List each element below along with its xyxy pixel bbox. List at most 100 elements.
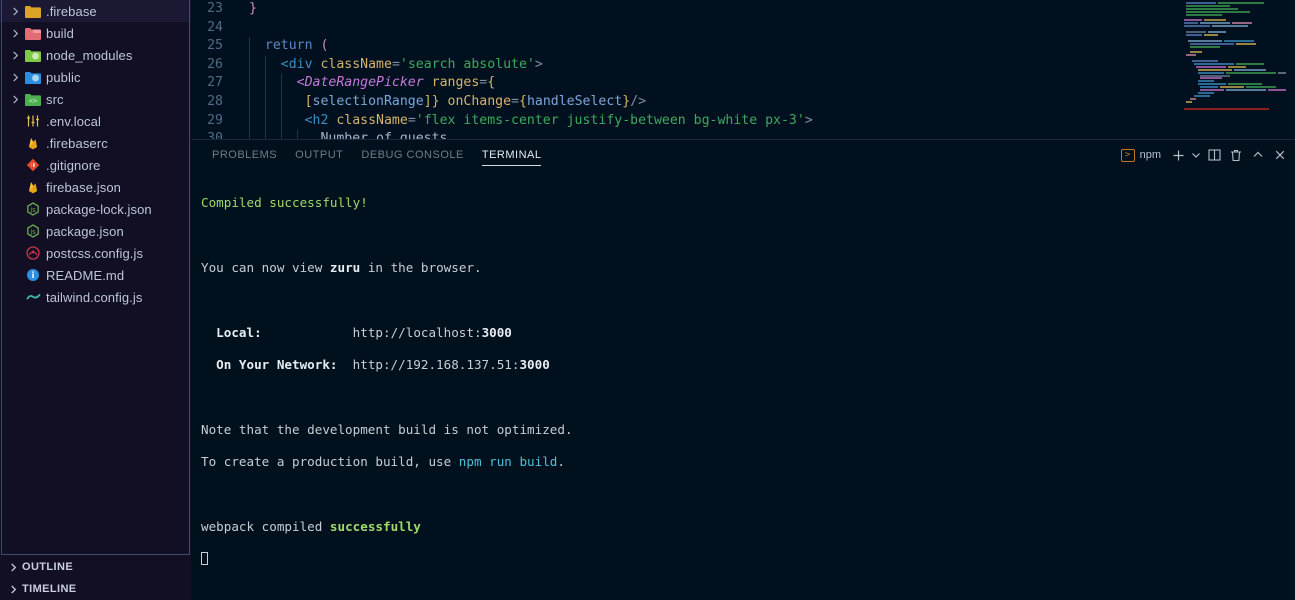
new-terminal-icon[interactable] [1167,144,1189,166]
panel-header: PROBLEMS OUTPUT DEBUG CONSOLE TERMINAL >… [191,140,1295,171]
tree-item-package-json[interactable]: js package.json [0,220,191,242]
minimap[interactable] [1180,0,1295,139]
minimap-line [1198,71,1224,74]
code-token: } [249,1,257,16]
tailwind-wave-icon [23,290,43,304]
vscode-window: .firebase build node_modules public <> s… [0,0,1295,600]
tab-label: PROBLEMS [212,149,278,162]
svg-text:js: js [29,228,36,236]
chevron-right-icon[interactable] [8,72,23,82]
view-prefix-text: You can now view [201,259,330,275]
chevron-right-icon[interactable] [8,94,23,104]
code-token: = [407,112,416,128]
close-panel-icon[interactable] [1269,144,1291,166]
tab-problems[interactable]: PROBLEMS [203,140,286,171]
code-token: 'search absolute' [399,56,535,72]
chevron-right-icon[interactable] [8,6,23,16]
line-number: 30 [207,131,223,139]
tree-item-label: package-lock.json [46,201,152,217]
tree-item-tailwind-config[interactable]: tailwind.config.js [0,286,191,308]
minimap-line [1224,39,1254,42]
sidebar-section-label: TIMELINE [22,583,77,595]
tree-item-readme-md[interactable]: README.md [0,264,191,286]
terminal-selector-npm[interactable]: > npm [1119,148,1167,162]
line-number: 27 [207,75,223,91]
file-tree[interactable]: .firebase build node_modules public <> s… [0,0,191,556]
code-token: <div [280,56,313,72]
folder-node-icon [23,49,43,62]
chevron-right-icon[interactable] [4,584,22,594]
tree-item-firebaserc[interactable]: .firebaserc [0,132,191,154]
tree-item-firebase-json[interactable]: firebase.json [0,176,191,198]
code-line[interactable]: 29 <h2 className='flex items-center just… [191,112,1295,131]
folder-icon [23,27,43,40]
tree-item-label: README.md [46,267,125,283]
tree-item-label: package.json [46,223,124,239]
code-token: { [487,75,496,91]
code-line[interactable]: 28 [selectionRange]} onChange={handleSel… [191,93,1295,112]
minimap-line [1236,62,1264,65]
chevron-right-icon[interactable] [4,562,22,572]
settings-sliders-icon [23,114,43,128]
tab-debug-console[interactable]: DEBUG CONSOLE [352,140,472,171]
tree-item-postcss-config[interactable]: postcss.config.js [0,242,191,264]
tree-item-package-lock-json[interactable]: js package-lock.json [0,198,191,220]
code-lines-container[interactable]: 23} 24 25 return (26 <div className='searc… [191,0,1295,139]
tree-item-env-local[interactable]: .env.local [0,110,191,132]
chevron-right-icon[interactable] [8,50,23,60]
line-number: 25 [207,38,223,54]
tab-output[interactable]: OUTPUT [286,140,352,171]
chevron-down-icon[interactable] [1189,144,1203,166]
code-line-text: return ( [237,37,1295,56]
minimap-line [1188,39,1222,42]
minimap-line [1200,89,1224,91]
tab-label: DEBUG CONSOLE [361,149,464,162]
terminal-line-webpack: webpack compiled successfully [201,519,1295,535]
tree-item-src-folder[interactable]: <> src [0,88,191,110]
code-line[interactable]: 26 <div className='search absolute'> [191,56,1295,75]
tree-item-gitignore[interactable]: .gitignore [0,154,191,176]
code-line-text: <h2 className='flex items-center justify… [237,112,1295,131]
tab-terminal[interactable]: TERMINAL [473,140,551,171]
code-line[interactable]: 30 Number of guests [191,130,1295,139]
tree-item-label: .gitignore [46,157,101,173]
tree-item-firebase-folder[interactable]: .firebase [0,0,191,22]
minimap-modified-marker [1184,107,1269,110]
minimap-line [1226,89,1266,91]
code-line[interactable]: 27 <DateRangePicker ranges={ [191,74,1295,93]
tree-item-build-folder[interactable]: build [0,22,191,44]
minimap-line [1186,54,1196,57]
code-line-text: <DateRangePicker ranges={ [237,74,1295,93]
code-line[interactable]: 24 [191,19,1295,38]
code-token: ( [320,38,329,54]
code-editor[interactable]: 23} 24 25 return (26 <div className='searc… [191,0,1295,139]
kill-terminal-trash-icon[interactable] [1225,144,1247,166]
minimap-line [1232,22,1252,25]
maximize-panel-chevron-up-icon[interactable] [1247,144,1269,166]
terminal-output[interactable]: Compiled successfully! You can now view … [191,171,1295,600]
code-line[interactable]: 23} [191,0,1295,19]
tree-item-node-modules-folder[interactable]: node_modules [0,44,191,66]
tab-label: TERMINAL [481,149,542,162]
tree-item-public-folder[interactable]: public [0,66,191,88]
terminal-line-view: You can now view zuru in the browser. [201,260,1295,276]
minimap-line [1184,22,1198,25]
split-terminal-icon[interactable] [1203,144,1225,166]
code-line[interactable]: 25 return ( [191,37,1295,56]
minimap-line [1190,97,1196,100]
local-url-prefix: http://localhost: [261,324,482,340]
chevron-right-icon[interactable] [8,28,23,38]
folder-public-icon [23,71,43,84]
minimap-line [1228,83,1262,86]
minimap-line [1198,68,1232,71]
sidebar-section-timeline[interactable]: TIMELINE [0,578,191,600]
sidebar-section-outline[interactable]: OUTLINE [0,556,191,578]
network-label: On Your Network: [201,357,338,373]
minimap-line [1186,100,1192,103]
folder-icon [23,5,43,18]
tree-item-label: public [46,69,81,85]
minimap-line [1278,71,1286,74]
